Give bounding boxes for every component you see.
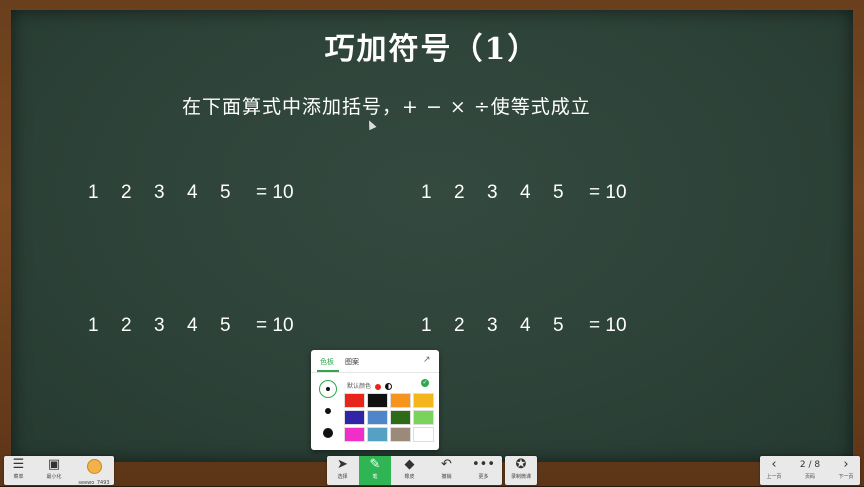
user-account-button[interactable]: seewo_7493	[74, 456, 114, 486]
check-icon: ✓	[421, 379, 429, 387]
minimize-button[interactable]: ▣ 最小化	[37, 456, 71, 485]
contrast-icon	[384, 383, 392, 390]
equation-1: 1 2 3 4 5 = 10	[88, 182, 294, 203]
color-swatch[interactable]	[413, 393, 434, 408]
color-swatch[interactable]	[344, 427, 365, 442]
prev-page-button[interactable]: ‹ 上一页	[760, 456, 788, 485]
chevron-right-icon: ›	[843, 457, 849, 472]
default-red-dot	[374, 383, 381, 390]
undo-icon: ↶	[441, 457, 452, 472]
page-indicator-button[interactable]: 2 / 8 页码	[789, 456, 831, 485]
next-page-button[interactable]: › 下一页	[832, 456, 860, 485]
more-icon: •••	[471, 457, 495, 472]
minimize-icon: ▣	[47, 457, 61, 472]
menu-icon: ☰	[12, 457, 25, 472]
pen-size-small[interactable]	[319, 380, 337, 398]
pen-size-large[interactable]	[319, 425, 337, 441]
color-swatch[interactable]	[413, 410, 434, 425]
color-swatch[interactable]	[390, 427, 411, 442]
eraser-icon: ◆	[404, 457, 415, 472]
more-button[interactable]: ••• 更多	[466, 456, 501, 485]
undo-button[interactable]: ↶ 撤销	[429, 456, 464, 485]
color-swatch[interactable]	[390, 410, 411, 425]
left-toolbar: ☰ 菜单 ▣ 最小化 seewo_7493	[4, 456, 114, 486]
equation-2: 1 2 3 4 5 = 10	[421, 182, 627, 203]
center-toolbar: ➤ 选择 ✎ 笔 ◆ 橡皮 ↶ 撤销 ••• 更多	[327, 456, 502, 485]
color-swatch[interactable]	[367, 410, 388, 425]
select-button[interactable]: ➤ 选择	[327, 456, 358, 485]
expand-arrow-icon[interactable]: ↗	[423, 355, 431, 365]
equation-4: 1 2 3 4 5 = 10	[421, 315, 627, 336]
default-color-row[interactable]: 默认颜色	[347, 381, 392, 390]
color-swatch[interactable]	[367, 393, 388, 408]
color-swatch[interactable]	[367, 427, 388, 442]
avatar	[86, 459, 102, 474]
tab-pattern[interactable]: 图案	[345, 357, 359, 367]
equation-3: 1 2 3 4 5 = 10	[88, 315, 294, 336]
color-swatch[interactable]	[390, 393, 411, 408]
slide-title: 巧加符号（1）	[324, 32, 540, 67]
pen-button[interactable]: ✎ 笔	[359, 456, 391, 485]
pen-size-medium[interactable]	[319, 404, 337, 418]
color-swatch[interactable]	[344, 410, 365, 425]
record-icon: ✪	[515, 457, 527, 472]
tab-palette[interactable]: 色板	[320, 357, 334, 367]
menu-button[interactable]: ☰ 菜单	[4, 456, 33, 485]
cursor-icon: ➤	[337, 457, 348, 472]
page-indicator: 2 / 8	[799, 460, 821, 470]
color-swatch[interactable]	[413, 427, 434, 442]
color-swatch[interactable]	[344, 393, 365, 408]
panel-divider	[311, 372, 439, 373]
pen-icon: ✎	[369, 457, 381, 472]
eraser-button[interactable]: ◆ 橡皮	[392, 456, 427, 485]
page-navigation-toolbar: ‹ 上一页 2 / 8 页码 › 下一页	[760, 456, 860, 485]
pen-color-panel: 色板 图案 ↗ 默认颜色 ✓	[311, 350, 439, 450]
color-swatch-grid	[344, 393, 434, 442]
slide-instruction: 在下面算式中添加括号，+ − × ÷使等式成立	[182, 96, 591, 118]
record-lesson-button[interactable]: ✪ 录制微课	[505, 456, 537, 485]
chevron-left-icon: ‹	[771, 457, 777, 472]
